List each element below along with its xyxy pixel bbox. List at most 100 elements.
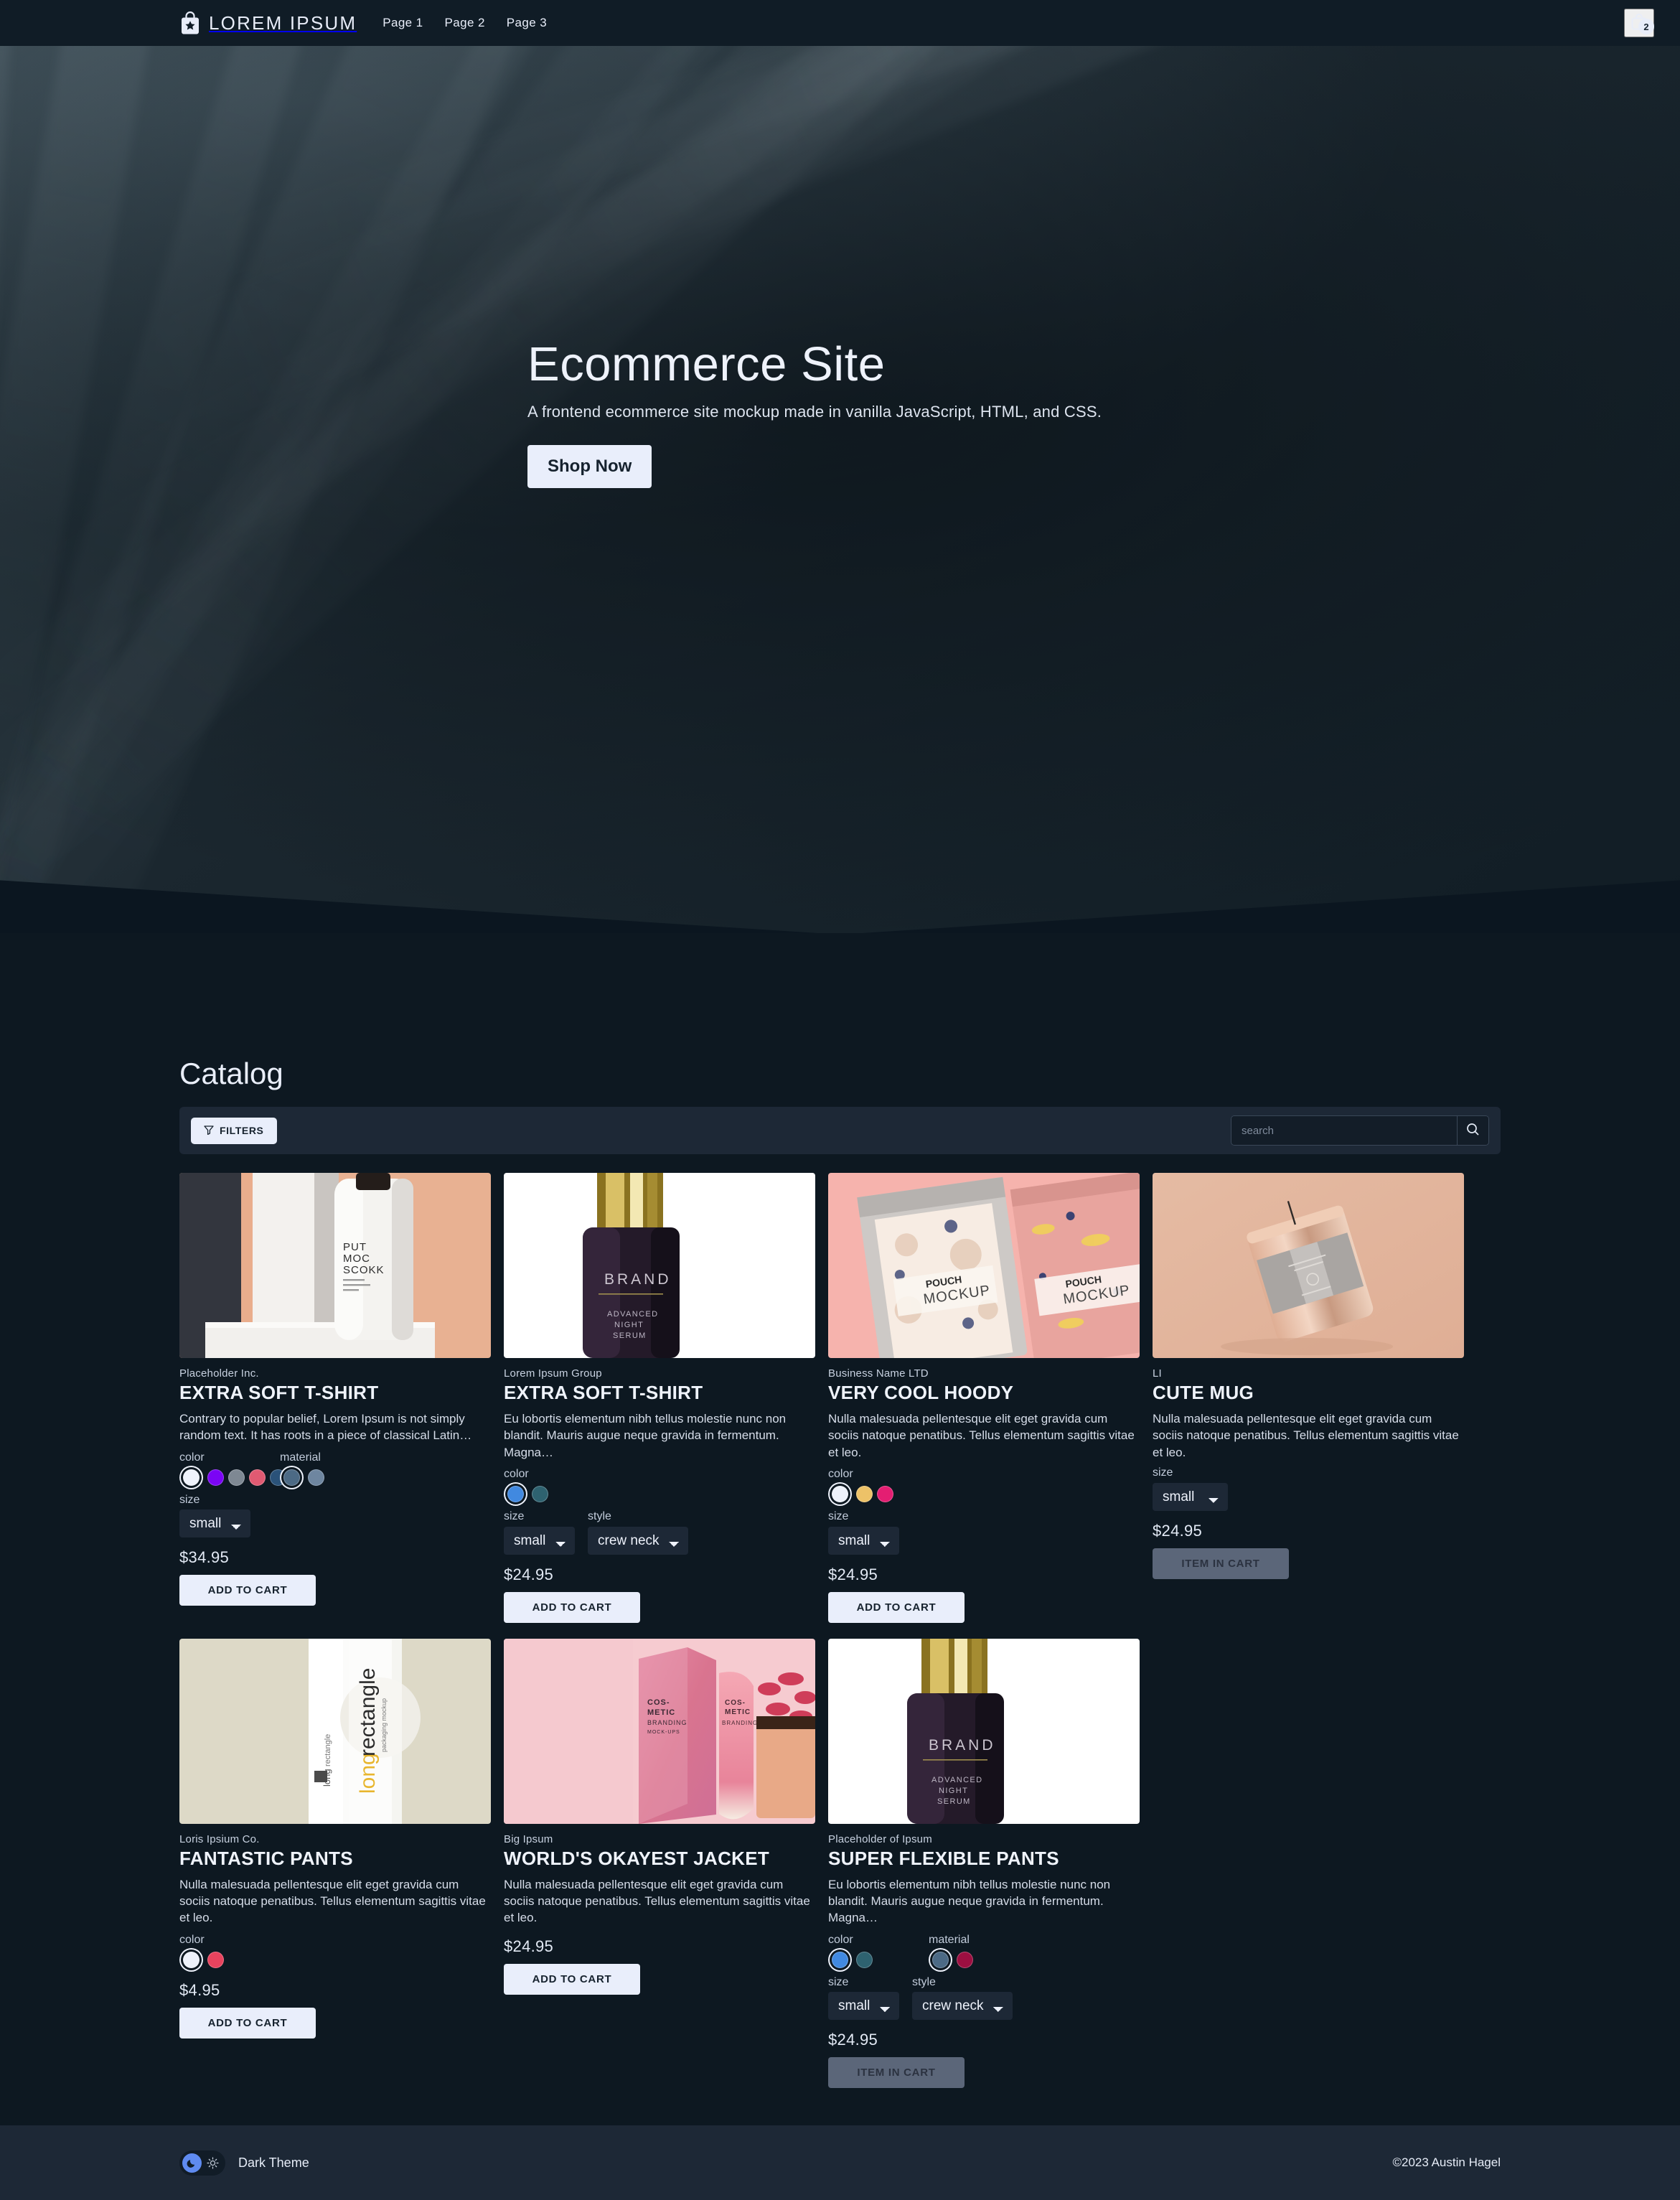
material-group: material — [280, 1451, 380, 1488]
shop-now-button[interactable]: Shop Now — [527, 445, 652, 489]
product-image-rose-gold-candle[interactable] — [1153, 1173, 1464, 1358]
search-input[interactable] — [1231, 1116, 1457, 1145]
search-submit-button[interactable] — [1457, 1116, 1488, 1145]
cart-button[interactable]: 2 — [1624, 9, 1654, 37]
color-swatch[interactable] — [183, 1952, 200, 1968]
filters-button[interactable]: FILTERS — [191, 1117, 277, 1144]
color-swatch[interactable] — [207, 1469, 224, 1486]
search-box — [1231, 1115, 1489, 1146]
size-label: size — [179, 1493, 200, 1506]
material-label: material — [929, 1933, 970, 1946]
theme-toggle[interactable] — [179, 2150, 225, 2176]
size-select[interactable]: small — [828, 1526, 899, 1555]
material-swatches — [280, 1468, 380, 1488]
svg-text:BRAND: BRAND — [929, 1737, 996, 1754]
product-card: POUCH MOCKUP POUCH MOCKUP Business Name … — [828, 1173, 1140, 1623]
color-swatch[interactable] — [856, 1486, 873, 1503]
add-to-cart-button[interactable]: ADD TO CART — [828, 1591, 965, 1623]
color-swatch[interactable] — [856, 1952, 873, 1968]
add-to-cart-button[interactable]: ADD TO CART — [179, 2007, 316, 2038]
material-swatch[interactable] — [283, 1469, 300, 1486]
hero-subtitle: A frontend ecommerce site mockup made in… — [527, 403, 1102, 421]
product-card: COS- METIC BRANDING MOCK-UPS COS- METIC … — [504, 1638, 815, 2089]
style-label: style — [912, 1975, 936, 1988]
material-group: material — [929, 1934, 1029, 1970]
size-select[interactable]: small — [504, 1526, 575, 1555]
color-swatch[interactable] — [832, 1486, 848, 1503]
nav-link-page-1[interactable]: Page 1 — [383, 16, 423, 30]
color-swatch[interactable] — [207, 1952, 224, 1968]
size-select[interactable]: small — [828, 1992, 899, 2021]
product-image-dark-serum-bottle-brand[interactable]: BRAND ADVANCED NIGHT SERUM — [828, 1638, 1140, 1824]
product-name: SUPER FLEXIBLE PANTS — [828, 1847, 1059, 1869]
color-swatch[interactable] — [877, 1486, 893, 1503]
color-swatch[interactable] — [183, 1469, 200, 1486]
svg-text:MOC: MOC — [343, 1253, 370, 1265]
color-label: color — [504, 1468, 529, 1481]
nav-link-page-2[interactable]: Page 2 — [445, 16, 485, 30]
size-select[interactable]: small — [1153, 1482, 1228, 1511]
color-group: color — [179, 1451, 286, 1488]
shopping-bag-star-icon — [179, 11, 201, 35]
color-label: color — [179, 1933, 205, 1946]
svg-text:COS-: COS- — [725, 1699, 746, 1707]
color-group: color — [828, 1934, 929, 1970]
add-to-cart-button[interactable]: ADD TO CART — [179, 1575, 316, 1606]
style-select[interactable]: crew neck — [912, 1992, 1013, 2021]
color-swatch[interactable] — [249, 1469, 266, 1486]
product-image-dark-serum-bottle-brand[interactable]: BRAND ADVANCED NIGHT SERUM — [504, 1173, 815, 1358]
product-name: EXTRA SOFT T-SHIRT — [504, 1382, 703, 1403]
product-vendor: Business Name LTD — [828, 1367, 929, 1380]
product-image-long-rectangle-box[interactable]: long rectangle packaging mockup long rec… — [179, 1638, 491, 1824]
item-in-cart-button: ITEM IN CART — [1153, 1548, 1289, 1579]
cart-count-badge: 2 — [1638, 19, 1654, 34]
size-block: size small — [828, 1510, 899, 1555]
top-navbar: LOREM IPSUM Page 1 Page 2 Page 3 2 — [0, 0, 1680, 46]
product-image-pink-pouch-mockup[interactable]: POUCH MOCKUP POUCH MOCKUP — [828, 1173, 1140, 1358]
size-label: size — [828, 1975, 849, 1988]
catalog-toolbar: FILTERS — [179, 1107, 1501, 1154]
product-vendor: Big Ipsum — [504, 1832, 553, 1845]
add-to-cart-button[interactable]: ADD TO CART — [504, 1591, 640, 1623]
site-footer: Dark Theme ©2023 Austin Hagel — [0, 2125, 1680, 2200]
product-description: Nulla malesuada pellentesque elit eget g… — [179, 1877, 486, 1925]
hero-section: Ecommerce Site A frontend ecommerce site… — [0, 46, 1680, 933]
color-swatch[interactable] — [507, 1486, 524, 1503]
brand-name: LOREM IPSUM — [209, 11, 357, 34]
svg-text:PUT: PUT — [343, 1241, 367, 1253]
material-swatch[interactable] — [308, 1469, 324, 1486]
catalog-title: Catalog — [179, 1057, 283, 1090]
svg-text:rectangle: rectangle — [324, 1733, 332, 1766]
hero-content: Ecommerce Site A frontend ecommerce site… — [0, 46, 1680, 489]
color-swatches — [179, 1950, 280, 1970]
size-select[interactable]: small — [179, 1509, 250, 1538]
color-swatch[interactable] — [532, 1486, 548, 1503]
svg-text:SERUM: SERUM — [937, 1797, 971, 1806]
product-description: Nulla malesuada pellentesque elit eget g… — [1153, 1412, 1459, 1459]
product-image-pink-cosmetic-branding[interactable]: COS- METIC BRANDING MOCK-UPS COS- METIC … — [504, 1638, 815, 1824]
material-swatch[interactable] — [932, 1952, 949, 1968]
material-swatch[interactable] — [957, 1952, 973, 1968]
product-vendor: Placeholder of Ipsum — [828, 1832, 932, 1845]
svg-text:SERUM: SERUM — [613, 1331, 647, 1340]
add-to-cart-button[interactable]: ADD TO CART — [504, 1963, 640, 1995]
product-name: EXTRA SOFT T-SHIRT — [179, 1382, 379, 1403]
svg-text:BRANDING: BRANDING — [647, 1719, 688, 1726]
copyright-text: ©2023 Austin Hagel — [1392, 2155, 1501, 2170]
brand-link[interactable]: LOREM IPSUM — [179, 11, 357, 35]
select-options-row: size small — [828, 1510, 1140, 1555]
funnel-icon — [204, 1125, 214, 1137]
svg-text:SCOKK: SCOKK — [343, 1264, 385, 1276]
color-swatches — [504, 1484, 604, 1504]
style-select[interactable]: crew neck — [588, 1526, 688, 1555]
product-vendor: Loris Ipsium Co. — [179, 1832, 260, 1845]
swatch-groups: color — [504, 1468, 815, 1504]
swatch-groups: color material — [828, 1934, 1140, 1970]
product-image-white-bottle-put-moc-scokk[interactable]: PUT MOC SCOKK — [179, 1173, 491, 1358]
color-swatch[interactable] — [832, 1952, 848, 1968]
product-name: WORLD'S OKAYEST JACKET — [504, 1847, 770, 1869]
theme-label: Dark Theme — [238, 2155, 309, 2170]
nav-link-page-3[interactable]: Page 3 — [507, 16, 547, 30]
product-price: $24.95 — [1153, 1521, 1203, 1540]
color-swatch[interactable] — [228, 1469, 245, 1486]
